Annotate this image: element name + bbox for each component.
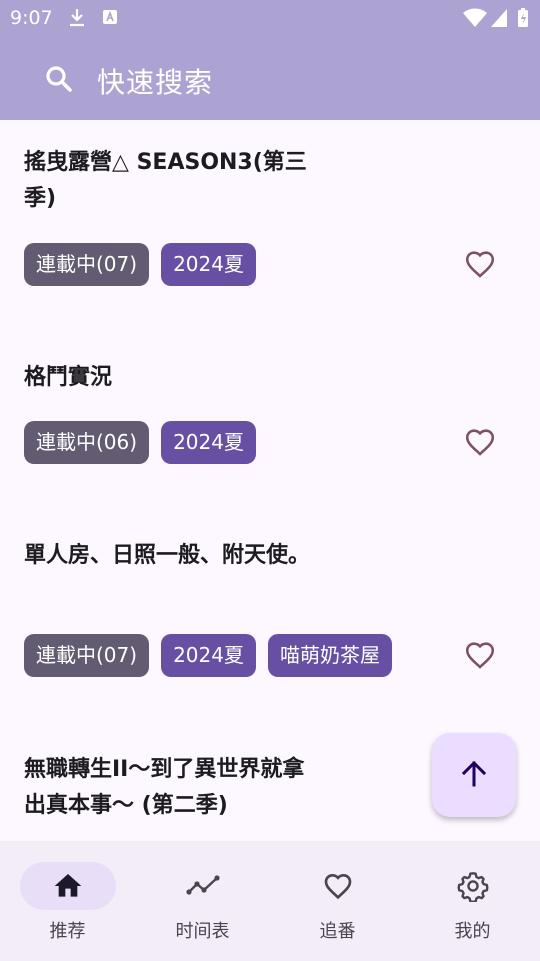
season-chip[interactable]: 2024夏 <box>161 634 256 677</box>
status-chip[interactable]: 連載中(06) <box>24 421 150 464</box>
download-icon <box>68 8 86 32</box>
nav-item-timetable[interactable]: 时间表 <box>135 841 270 961</box>
battery-charging-icon <box>517 8 529 32</box>
scroll-to-top-button[interactable] <box>432 733 516 817</box>
heart-outline-icon[interactable] <box>463 638 497 672</box>
nav-item-mine[interactable]: 我的 <box>405 841 540 961</box>
tag-group: 連載中(07) 2024夏 喵萌奶茶屋 <box>24 634 392 677</box>
heart-icon <box>322 870 354 906</box>
nav-item-recommend[interactable]: 推荐 <box>0 841 135 961</box>
search-input[interactable]: 快速搜索 <box>97 61 213 101</box>
anime-list[interactable]: 搖曳露營△ SEASON3(第三季) 連載中(07) 2024夏 格鬥實況 連載… <box>0 120 540 840</box>
nav-item-following[interactable]: 追番 <box>270 841 405 961</box>
season-chip[interactable]: 2024夏 <box>161 421 256 464</box>
group-chip[interactable]: 喵萌奶茶屋 <box>267 634 392 677</box>
bottom-navigation: 推荐 时间表 追番 我的 <box>0 841 540 961</box>
heart-outline-icon[interactable] <box>463 247 497 281</box>
nav-label: 推荐 <box>49 921 86 942</box>
timeline-icon <box>185 870 220 906</box>
heart-outline-icon[interactable] <box>463 425 497 459</box>
nav-label: 我的 <box>454 921 491 942</box>
search-bar[interactable]: 快速搜索 <box>0 36 540 120</box>
status-time: 9:07 <box>10 7 53 29</box>
nav-label: 时间表 <box>175 921 230 942</box>
tag-group: 連載中(06) 2024夏 <box>24 421 256 464</box>
status-bar: 9:07 <box>0 0 540 36</box>
item-title: 格鬥實況 <box>24 365 113 390</box>
signal-icon <box>490 8 508 32</box>
a-notification-icon <box>102 8 118 30</box>
home-icon <box>52 870 84 906</box>
season-chip[interactable]: 2024夏 <box>161 243 256 286</box>
wifi-icon <box>463 8 487 32</box>
item-title: 無職轉生II～到了異世界就拿出真本事～ (第二季) <box>24 757 305 818</box>
status-chip[interactable]: 連載中(07) <box>24 243 150 286</box>
gear-icon <box>457 870 489 906</box>
nav-label: 追番 <box>319 921 356 942</box>
tag-group: 連載中(07) 2024夏 <box>24 243 256 286</box>
item-title: 單人房、日照一般、附天使。 <box>24 543 311 568</box>
item-title: 搖曳露營△ SEASON3(第三季) <box>24 150 307 211</box>
status-chip[interactable]: 連載中(07) <box>24 634 150 677</box>
arrow-up-icon <box>459 758 489 792</box>
search-icon[interactable] <box>44 64 74 98</box>
